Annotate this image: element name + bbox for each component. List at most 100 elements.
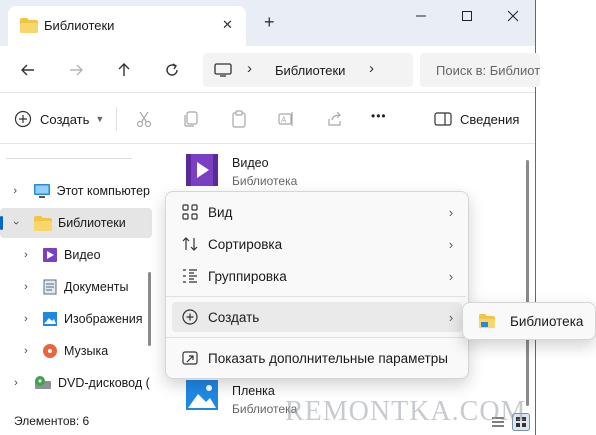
watermark: REMONTKA.COM [285, 396, 527, 427]
chevron-down-icon: ▼ [95, 114, 105, 124]
breadcrumb-expand[interactable]: › [369, 60, 374, 77]
folder-icon [34, 215, 52, 231]
minimize-button[interactable] [398, 0, 444, 32]
menu-separator [166, 296, 466, 297]
sidebar-item-label: Музыка [64, 344, 109, 358]
sidebar-item-pictures[interactable]: › Изображения [0, 304, 150, 334]
refresh-button[interactable] [156, 54, 188, 86]
chevron-right-icon[interactable]: › [20, 345, 32, 357]
maximize-button[interactable] [444, 0, 490, 32]
create-button[interactable]: Создать ▼ [14, 105, 106, 133]
menu-item-group[interactable]: Группировка › [172, 261, 462, 291]
cut-icon[interactable] [134, 109, 154, 129]
chevron-down-icon[interactable]: › [10, 217, 22, 229]
chevron-right-icon[interactable]: › [20, 249, 32, 261]
address-bar: › Библиотеки › Поиск в: Библиотеки [0, 46, 540, 92]
details-button[interactable]: Сведения [434, 105, 519, 133]
list-item-video[interactable]: Видео Библиотека [184, 150, 384, 192]
chevron-right-icon[interactable]: › [10, 377, 22, 389]
arrow-left-icon [21, 64, 34, 76]
menu-item-sort[interactable]: Сортировка › [172, 229, 462, 259]
context-menu: Вид › Сортировка › Группировка › Создать… [165, 191, 469, 379]
new-submenu: Библиотека [462, 302, 596, 340]
more-options-icon [172, 350, 208, 366]
navigation-pane: › Этот компьютер › Библиотеки › Видео › [0, 144, 158, 410]
content-scrollbar[interactable] [526, 160, 529, 406]
create-label: Создать [40, 111, 90, 127]
tab-close-icon[interactable]: ✕ [222, 17, 233, 33]
address-field[interactable]: › Библиотеки › [203, 53, 413, 87]
video-library-icon [184, 152, 220, 191]
sidebar-item-label: Этот компьютер [56, 184, 150, 198]
folder-icon [20, 18, 38, 36]
pictures-icon [42, 311, 58, 327]
sidebar-scrollbar[interactable] [148, 272, 151, 346]
sidebar-item-video[interactable]: › Видео [0, 240, 150, 270]
chevron-right-icon[interactable]: › [10, 185, 21, 197]
item-count: Элементов: 6 [14, 414, 90, 428]
sidebar-item-libraries[interactable]: › Библиотеки [0, 208, 152, 238]
sidebar-item-label: Документы [64, 280, 129, 294]
share-icon[interactable] [325, 109, 345, 129]
dvd-drive-icon [34, 375, 52, 391]
rename-icon[interactable]: A [276, 109, 296, 129]
refresh-icon [166, 63, 178, 76]
submenu-item-library[interactable]: Библиотека [468, 307, 590, 335]
library-folder-icon [478, 313, 496, 329]
menu-item-more-options[interactable]: Показать дополнительные параметры [172, 343, 462, 373]
submenu-item-label: Библиотека [510, 313, 584, 329]
maximize-icon [462, 11, 472, 21]
chevron-right-icon: › [448, 236, 454, 252]
grid-view-icon [172, 204, 208, 220]
breadcrumb[interactable]: Библиотеки [275, 63, 345, 78]
menu-item-label: Создать [208, 309, 260, 325]
group-icon [172, 268, 208, 284]
chevron-right-icon[interactable]: › [20, 313, 32, 325]
tab-libraries[interactable]: Библиотеки ✕ [8, 6, 246, 46]
toolbar-divider [116, 107, 117, 131]
sidebar-item-documents[interactable]: › Документы [0, 272, 150, 302]
sidebar-item-this-pc[interactable]: › Этот компьютер [0, 176, 150, 206]
sidebar-item-music[interactable]: › Музыка [0, 336, 150, 366]
paste-icon[interactable] [229, 109, 249, 129]
menu-item-new[interactable]: Создать › [172, 302, 462, 332]
close-icon [507, 10, 519, 22]
menu-item-label: Группировка [208, 268, 287, 284]
item-name: Видео [232, 156, 269, 170]
chevron-right-icon[interactable]: › [20, 281, 32, 293]
search-placeholder: Поиск в: Библиотеки [436, 63, 540, 78]
chevron-right-icon: › [448, 309, 454, 325]
video-library-icon [42, 247, 58, 263]
menu-item-view[interactable]: Вид › [172, 197, 462, 227]
breadcrumb-separator[interactable]: › [247, 60, 252, 77]
forward-button[interactable] [60, 54, 92, 86]
back-button[interactable] [12, 54, 44, 86]
command-bar: Создать ▼ A ••• Сведения [0, 92, 535, 144]
selection-indicator [0, 216, 3, 230]
chevron-right-icon: › [448, 268, 454, 284]
copy-icon[interactable] [181, 109, 201, 129]
sort-icon [172, 236, 208, 252]
sidebar-item-label: Изображения [64, 312, 143, 326]
search-input[interactable]: Поиск в: Библиотеки [420, 53, 540, 87]
menu-item-label: Показать дополнительные параметры [208, 350, 448, 366]
tab-bar: Библиотеки ✕ + [0, 0, 535, 46]
chevron-right-icon: › [448, 204, 454, 220]
more-options-button[interactable]: ••• [371, 109, 387, 123]
close-button[interactable] [490, 0, 536, 32]
item-type: Библиотека [232, 174, 298, 188]
svg-text:A: A [281, 116, 287, 125]
details-label: Сведения [460, 111, 520, 127]
monitor-icon [33, 183, 51, 199]
tab-title: Библиотеки [44, 18, 115, 33]
sidebar-item-label: DVD-дисковод ( [58, 376, 150, 390]
new-tab-button[interactable]: + [264, 12, 275, 33]
menu-item-label: Вид [208, 204, 233, 220]
up-button[interactable] [108, 54, 140, 86]
sidebar-item-dvd-drive[interactable]: › DVD-дисковод ( [0, 368, 150, 398]
documents-icon [42, 279, 58, 295]
menu-separator [166, 337, 466, 338]
details-pane-icon [434, 112, 452, 126]
sidebar-divider [6, 158, 132, 159]
music-icon [42, 343, 58, 359]
